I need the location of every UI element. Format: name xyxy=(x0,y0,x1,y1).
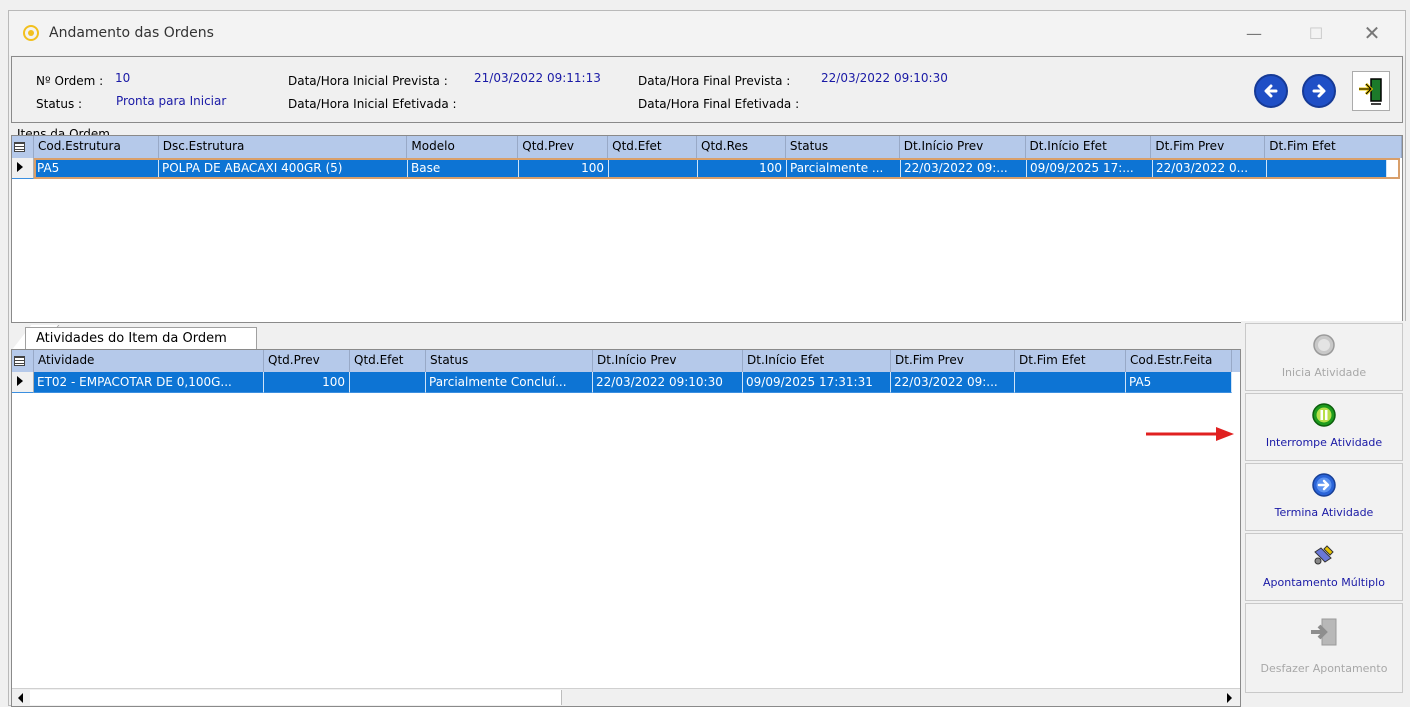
col-dt-inicio-efet[interactable]: Dt.Início Efet xyxy=(743,350,891,372)
grid-menu-icon[interactable] xyxy=(12,136,34,158)
exit-button[interactable] xyxy=(1352,71,1390,111)
activities-grid-header: Atividade Qtd.Prev Qtd.Efet Status Dt.In… xyxy=(12,350,1240,372)
status-value: Pronta para Iniciar xyxy=(116,94,227,108)
col-qtd-efet[interactable]: Qtd.Efet xyxy=(350,350,426,372)
col-cod-estr-feita[interactable]: Cod.Estr.Feita xyxy=(1126,350,1232,372)
title-bar: Andamento das Ordens — ☐ ✕ xyxy=(9,11,1405,55)
play-icon xyxy=(1311,332,1337,358)
arrow-left-icon xyxy=(1264,84,1278,98)
table-cell[interactable]: Parcialmente Concluí... xyxy=(426,372,593,393)
order-number-label: Nº Ordem : xyxy=(36,74,104,88)
table-cell[interactable]: 100 xyxy=(264,372,350,393)
main-window: Andamento das Ordens — ☐ ✕ Nº Ordem : 10… xyxy=(8,10,1407,707)
undo-appointment-label: Desfazer Apontamento xyxy=(1260,662,1388,675)
undo-appointment-button[interactable]: Desfazer Apontamento xyxy=(1245,603,1403,693)
arrow-right-circle-icon xyxy=(1311,472,1337,498)
table-cell[interactable]: 09/09/2025 17:... xyxy=(1027,158,1153,179)
col-dt-fim-efet[interactable]: Dt.Fim Efet xyxy=(1015,350,1126,372)
close-button[interactable]: ✕ xyxy=(1349,11,1395,55)
row-indicator-icon xyxy=(12,158,34,179)
table-cell[interactable]: 22/03/2022 09:... xyxy=(901,158,1027,179)
previous-button[interactable] xyxy=(1254,74,1288,108)
table-cell[interactable]: 22/03/2022 09:10:30 xyxy=(593,372,743,393)
scroll-thumb[interactable] xyxy=(30,690,562,705)
table-row[interactable]: ET02 - EMPACOTAR DE 0,100G... 100 Parcia… xyxy=(12,372,1240,393)
undo-doc-icon xyxy=(1308,616,1340,648)
multiple-appointment-label: Apontamento Múltiplo xyxy=(1263,576,1385,589)
maximize-button[interactable]: ☐ xyxy=(1293,11,1339,55)
col-dt-fim-prev[interactable]: Dt.Fim Prev xyxy=(1151,136,1266,158)
table-cell[interactable]: PA5 xyxy=(34,158,159,179)
interrupt-activity-button[interactable]: Interrompe Atividade xyxy=(1245,393,1403,461)
tab-activities[interactable]: Atividades do Item da Ordem xyxy=(25,327,257,351)
col-dt-fim-efet[interactable]: Dt.Fim Efet xyxy=(1265,136,1402,158)
col-dt-inicio-efet[interactable]: Dt.Início Efet xyxy=(1026,136,1152,158)
table-cell[interactable]: 22/03/2022 09:... xyxy=(891,372,1015,393)
final-planned-label: Data/Hora Final Prevista : xyxy=(638,74,791,88)
table-cell[interactable]: ET02 - EMPACOTAR DE 0,100G... xyxy=(34,372,264,393)
grid-menu-icon[interactable] xyxy=(12,350,34,372)
table-cell[interactable]: 100 xyxy=(519,158,609,179)
row-indicator-icon xyxy=(12,372,34,393)
pause-icon xyxy=(1311,402,1337,428)
table-cell[interactable] xyxy=(350,372,426,393)
order-header-panel: Nº Ordem : 10 Status : Pronta para Inici… xyxy=(11,56,1403,123)
finish-activity-button[interactable]: Termina Atividade xyxy=(1245,463,1403,531)
final-actual-label: Data/Hora Final Efetivada : xyxy=(638,97,800,111)
multiple-appointment-button[interactable]: Apontamento Múltiplo xyxy=(1245,533,1403,601)
minimize-button[interactable]: — xyxy=(1231,11,1277,55)
table-row[interactable]: PA5 POLPA DE ABACAXI 400GR (5) Base 100 … xyxy=(12,158,1402,179)
col-modelo[interactable]: Modelo xyxy=(407,136,519,158)
activities-grid[interactable]: Atividade Qtd.Prev Qtd.Efet Status Dt.In… xyxy=(11,349,1241,707)
exit-door-icon xyxy=(1359,78,1382,105)
col-dsc-estrutura[interactable]: Dsc.Estrutura xyxy=(159,136,408,158)
scroll-right-icon[interactable] xyxy=(1227,693,1232,703)
brush-icon xyxy=(1311,542,1337,568)
col-qtd-efet[interactable]: Qtd.Efet xyxy=(608,136,698,158)
table-cell[interactable]: POLPA DE ABACAXI 400GR (5) xyxy=(159,158,408,179)
window-title: Andamento das Ordens xyxy=(49,25,214,41)
initial-actual-label: Data/Hora Inicial Efetivada : xyxy=(288,97,457,111)
items-grid-header: Cod.Estrutura Dsc.Estrutura Modelo Qtd.P… xyxy=(12,136,1402,158)
col-dt-inicio-prev[interactable]: Dt.Início Prev xyxy=(900,136,1026,158)
table-cell[interactable]: Parcialmente ... xyxy=(787,158,901,179)
start-activity-button[interactable]: Inicia Atividade xyxy=(1245,323,1403,391)
scroll-left-icon[interactable] xyxy=(18,693,23,703)
finish-activity-label: Termina Atividade xyxy=(1274,506,1374,519)
activity-actions-panel: Inicia Atividade Interrompe Atividade Te… xyxy=(1241,321,1407,707)
start-activity-label: Inicia Atividade xyxy=(1281,366,1367,379)
next-button[interactable] xyxy=(1302,74,1336,108)
app-gear-icon xyxy=(23,25,39,41)
arrow-right-icon xyxy=(1312,84,1326,98)
col-dt-inicio-prev[interactable]: Dt.Início Prev xyxy=(593,350,743,372)
col-qtd-res[interactable]: Qtd.Res xyxy=(697,136,786,158)
status-label: Status : xyxy=(36,97,83,111)
order-number-value: 10 xyxy=(115,71,131,85)
col-dt-fim-prev[interactable]: Dt.Fim Prev xyxy=(891,350,1015,372)
table-cell[interactable]: 100 xyxy=(698,158,787,179)
col-status[interactable]: Status xyxy=(426,350,593,372)
col-cod-estrutura[interactable]: Cod.Estrutura xyxy=(34,136,159,158)
activities-tab-strip: Atividades do Item da Ordem xyxy=(11,325,1241,351)
table-cell[interactable] xyxy=(1015,372,1126,393)
col-status[interactable]: Status xyxy=(786,136,900,158)
col-atividade[interactable]: Atividade xyxy=(34,350,264,372)
final-planned-value: 22/03/2022 09:10:30 xyxy=(821,71,948,85)
horizontal-scrollbar[interactable] xyxy=(12,688,1240,706)
table-cell[interactable]: PA5 xyxy=(1126,372,1232,393)
table-cell[interactable] xyxy=(609,158,698,179)
col-qtd-prev[interactable]: Qtd.Prev xyxy=(518,136,609,158)
col-qtd-prev[interactable]: Qtd.Prev xyxy=(264,350,350,372)
interrupt-activity-label: Interrompe Atividade xyxy=(1265,436,1383,449)
items-grid[interactable]: Cod.Estrutura Dsc.Estrutura Modelo Qtd.P… xyxy=(11,135,1403,323)
table-cell[interactable]: Base xyxy=(408,158,519,179)
table-cell[interactable]: 22/03/2022 0... xyxy=(1153,158,1267,179)
table-cell[interactable] xyxy=(1267,158,1387,179)
initial-planned-value: 21/03/2022 09:11:13 xyxy=(474,71,601,85)
table-cell[interactable]: 09/09/2025 17:31:31 xyxy=(743,372,891,393)
initial-planned-label: Data/Hora Inicial Prevista : xyxy=(288,74,448,88)
annotation-red-arrow-icon xyxy=(1146,427,1234,441)
